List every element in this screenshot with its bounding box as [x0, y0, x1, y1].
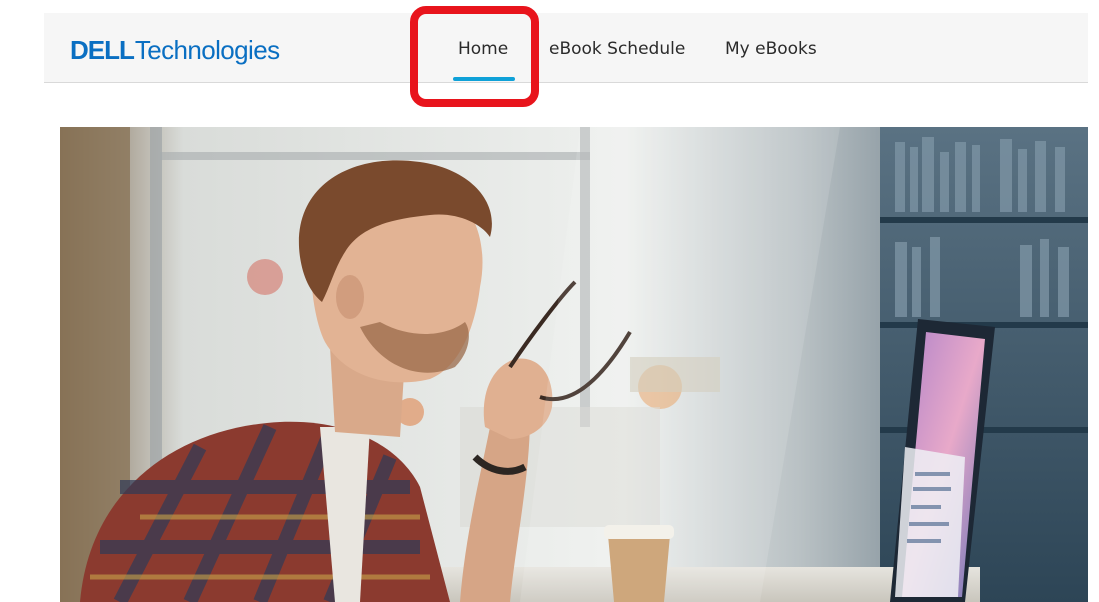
- nav-my-ebooks-link[interactable]: My eBooks: [725, 39, 817, 59]
- logo-dell-text: DELL: [70, 34, 135, 65]
- hero-photo-man-at-monitor: [60, 127, 1088, 602]
- dell-technologies-logo[interactable]: DELL Technologies: [70, 33, 280, 67]
- logo-technologies-text: Technologies: [134, 34, 280, 65]
- top-navigation-bar: DELL Technologies Home eBook Schedule My…: [44, 13, 1088, 83]
- page: DELL Technologies Home eBook Schedule My…: [0, 0, 1099, 602]
- nav-home-link[interactable]: Home: [458, 39, 508, 59]
- active-tab-underline: [453, 77, 515, 81]
- nav-ebook-schedule-link[interactable]: eBook Schedule: [549, 39, 685, 59]
- hero-banner: [60, 127, 1088, 602]
